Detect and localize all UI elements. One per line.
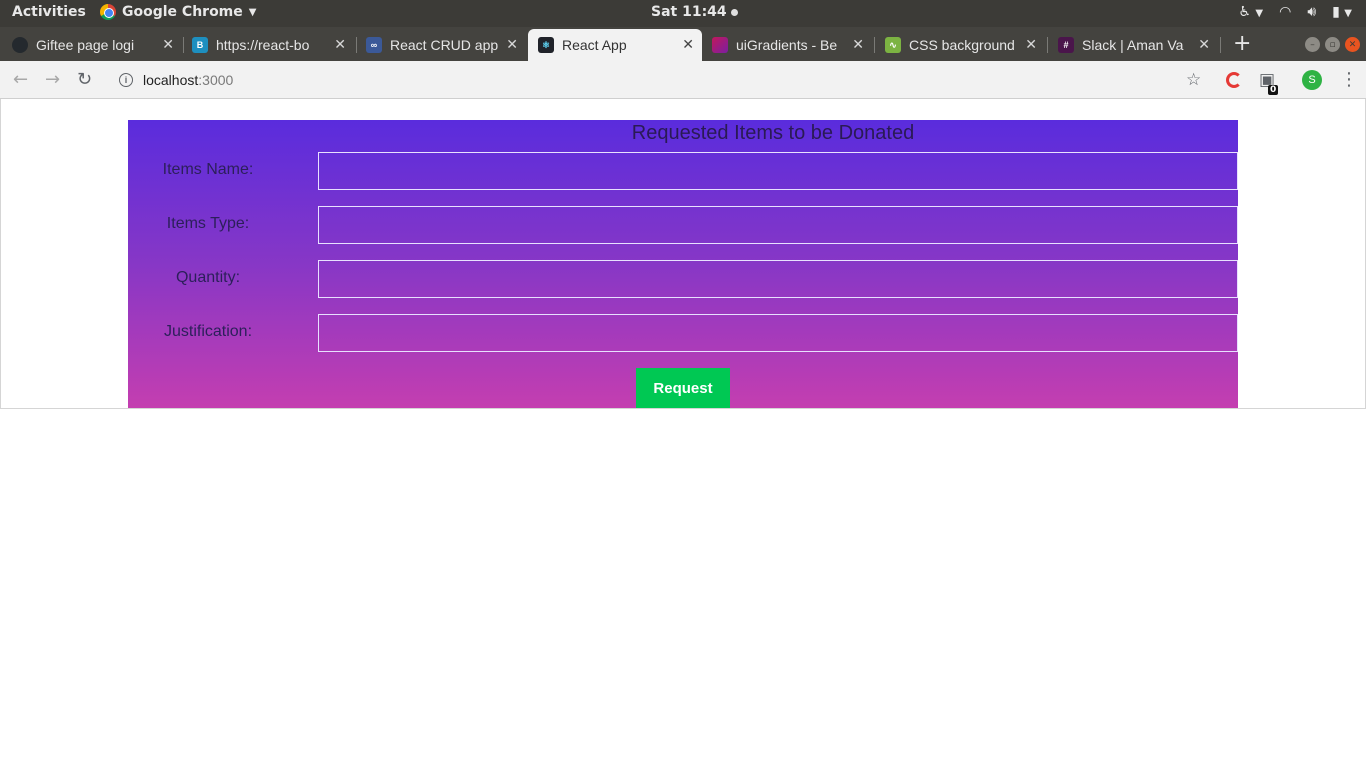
github-icon <box>12 37 28 53</box>
info-icon[interactable]: i <box>119 73 133 87</box>
quantity-label: Quantity: <box>175 269 241 286</box>
uigradients-icon <box>712 37 728 53</box>
battery-icon[interactable]: ▮ ▼ <box>1332 4 1352 20</box>
system-top-bar: Activities Google Chrome ▼ Sat 11:44 ♿ ▼… <box>0 0 1366 27</box>
close-tab-icon[interactable]: ✕ <box>1198 36 1210 53</box>
tab-separator <box>1047 37 1048 53</box>
bookmark-star-icon[interactable]: ☆ <box>1186 70 1201 90</box>
form-row-items-name: Items Name: <box>128 152 1238 190</box>
maximize-icon[interactable]: ▫ <box>1325 37 1340 52</box>
react-bootstrap-icon: B <box>192 37 208 53</box>
menu-kebab-icon[interactable]: ⋮ <box>1340 69 1358 90</box>
accessibility-icon[interactable]: ♿ ▼ <box>1238 4 1263 20</box>
new-tab-icon[interactable]: + <box>1233 31 1251 56</box>
tab-separator <box>1220 37 1221 53</box>
tab-react-bootstrap[interactable]: B https://react-bo ✕ <box>192 29 354 61</box>
slack-icon: # <box>1058 37 1074 53</box>
tab-title: React CRUD app <box>390 37 499 53</box>
clock[interactable]: Sat 11:44 <box>651 4 738 20</box>
reload-icon[interactable]: ↻ <box>77 69 92 90</box>
tab-css-background[interactable]: ∿ CSS background ✕ <box>885 29 1045 61</box>
close-tab-icon[interactable]: ✕ <box>852 36 864 53</box>
tab-title: React App <box>562 37 627 53</box>
volume-icon[interactable]: 🔊︎ <box>1307 4 1316 20</box>
tab-title: Giftee page logi <box>36 37 135 53</box>
activities-button[interactable]: Activities <box>12 4 86 20</box>
close-tab-icon[interactable]: ✕ <box>682 36 694 53</box>
request-button[interactable]: Request <box>636 368 730 408</box>
tab-giftee[interactable]: Giftee page logi ✕ <box>12 29 182 61</box>
form-title: Requested Items to be Donated <box>631 122 915 144</box>
tab-react-app[interactable]: ⚛ React App ✕ <box>528 29 702 61</box>
url-host: localhost <box>143 72 199 88</box>
extension-icon[interactable] <box>1226 72 1242 88</box>
tab-title: CSS background <box>909 37 1015 53</box>
notification-dot-icon <box>730 8 738 16</box>
wifi-icon[interactable]: ◠ <box>1279 4 1291 20</box>
app-name: Google Chrome <box>122 4 243 20</box>
tab-title: https://react-bo <box>216 37 310 53</box>
donation-request-form: Requested Items to be Donated Items Name… <box>128 120 1238 408</box>
profile-avatar[interactable]: S <box>1302 70 1322 90</box>
tab-slack[interactable]: # Slack | Aman Va ✕ <box>1058 29 1218 61</box>
app-menu[interactable]: Google Chrome ▼ <box>100 4 256 20</box>
justification-input[interactable] <box>318 314 1238 352</box>
codesandbox-icon: ∞ <box>366 37 382 53</box>
extension-badge: 0 <box>1268 85 1279 95</box>
tab-separator <box>874 37 875 53</box>
close-tab-icon[interactable]: ✕ <box>334 36 346 53</box>
url-port: :3000 <box>198 72 234 88</box>
tab-react-crud[interactable]: ∞ React CRUD app ✕ <box>366 29 526 61</box>
items-name-label: Items Name: <box>162 161 254 178</box>
items-type-input[interactable] <box>318 206 1238 244</box>
close-tab-icon[interactable]: ✕ <box>506 36 518 53</box>
chevron-down-icon: ▼ <box>248 6 257 18</box>
forward-icon[interactable]: → <box>45 69 60 90</box>
form-row-quantity: Quantity: <box>128 260 1238 298</box>
tab-strip: Giftee page logi ✕ B https://react-bo ✕ … <box>0 27 1366 61</box>
close-window-icon[interactable]: ✕ <box>1345 37 1360 52</box>
tab-title: uiGradients - Be <box>736 37 838 53</box>
justification-label: Justification: <box>163 323 253 340</box>
tab-title: Slack | Aman Va <box>1082 37 1184 53</box>
clock-text: Sat 11:44 <box>651 4 727 20</box>
address-bar[interactable]: i localhost:3000 <box>108 65 1218 95</box>
tab-uigradients[interactable]: uiGradients - Be ✕ <box>712 29 872 61</box>
tab-separator <box>183 37 184 53</box>
system-tray[interactable]: ♿ ▼ ◠ 🔊︎ ▮ ▼ <box>1238 4 1352 20</box>
form-row-justification: Justification: <box>128 314 1238 352</box>
chrome-icon <box>100 4 116 20</box>
css-icon: ∿ <box>885 37 901 53</box>
form-row-items-type: Items Type: <box>128 206 1238 244</box>
close-tab-icon[interactable]: ✕ <box>162 36 174 53</box>
react-icon: ⚛ <box>538 37 554 53</box>
browser-toolbar: ← → ↻ i localhost:3000 ☆ ▣ 0 S ⋮ <box>0 61 1366 99</box>
items-type-label: Items Type: <box>166 215 250 232</box>
back-icon[interactable]: ← <box>13 69 28 90</box>
quantity-input[interactable] <box>318 260 1238 298</box>
items-name-input[interactable] <box>318 152 1238 190</box>
tab-separator <box>356 37 357 53</box>
close-tab-icon[interactable]: ✕ <box>1025 36 1037 53</box>
minimize-icon[interactable]: – <box>1305 37 1320 52</box>
